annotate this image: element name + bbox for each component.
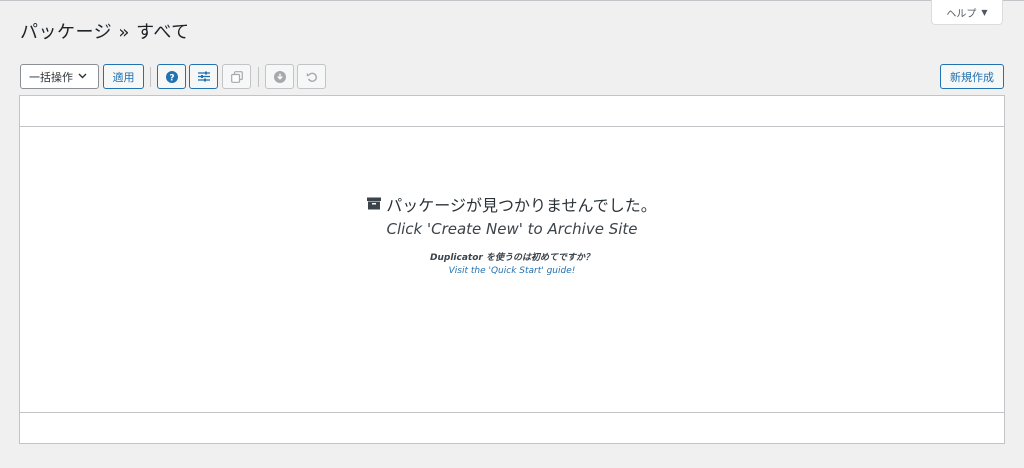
help-tab-button[interactable]: ヘルプ ▼ bbox=[931, 0, 1003, 25]
toolbar-divider bbox=[258, 67, 259, 87]
first-time-question: Duplicator を使うのは初めてですか？ bbox=[20, 250, 1004, 263]
download-button[interactable] bbox=[265, 64, 294, 89]
quick-start-link[interactable]: Visit the 'Quick Start' guide! bbox=[20, 266, 1004, 276]
download-icon bbox=[273, 70, 286, 83]
bulk-action-select[interactable]: 一括操作 bbox=[20, 64, 99, 89]
undo-button[interactable] bbox=[297, 64, 326, 89]
svg-text:?: ? bbox=[169, 73, 174, 83]
copy-button[interactable] bbox=[222, 64, 251, 89]
first-time-text: を使うのは初めてですか？ bbox=[482, 253, 594, 263]
chevron-down-icon bbox=[78, 72, 87, 82]
apply-button[interactable]: 適用 bbox=[103, 64, 144, 89]
caret-down-icon: ▼ bbox=[981, 7, 988, 17]
help-icon: ? bbox=[165, 70, 178, 83]
table-footer-divider bbox=[20, 412, 1004, 413]
empty-state-title: パッケージが見つかりませんでした。 bbox=[386, 196, 657, 215]
archive-icon bbox=[367, 195, 382, 214]
empty-state: パッケージが見つかりませんでした。 Click 'Create New' to … bbox=[20, 192, 1004, 276]
admin-bar-edge bbox=[0, 0, 1024, 1]
packages-table: パッケージが見つかりませんでした。 Click 'Create New' to … bbox=[19, 95, 1005, 444]
help-tab-label: ヘルプ bbox=[946, 8, 977, 20]
empty-state-title-row: パッケージが見つかりませんでした。 bbox=[20, 192, 1004, 216]
help-button[interactable]: ? bbox=[157, 64, 186, 89]
table-header-divider bbox=[20, 126, 1004, 127]
empty-state-subtitle: Click 'Create New' to Archive Site bbox=[386, 220, 638, 238]
filter-button[interactable] bbox=[189, 64, 218, 89]
bulk-action-label: 一括操作 bbox=[29, 70, 73, 84]
create-new-button[interactable]: 新規作成 bbox=[940, 64, 1004, 89]
filter-icon bbox=[197, 71, 210, 82]
toolbar-divider bbox=[150, 67, 151, 87]
copy-icon bbox=[230, 70, 243, 83]
product-name: Duplicator bbox=[430, 253, 483, 263]
page-title: パッケージ » すべて bbox=[20, 22, 190, 43]
toolbar: 一括操作 適用 ? 新規作成 bbox=[20, 64, 1004, 90]
undo-icon bbox=[306, 71, 318, 83]
